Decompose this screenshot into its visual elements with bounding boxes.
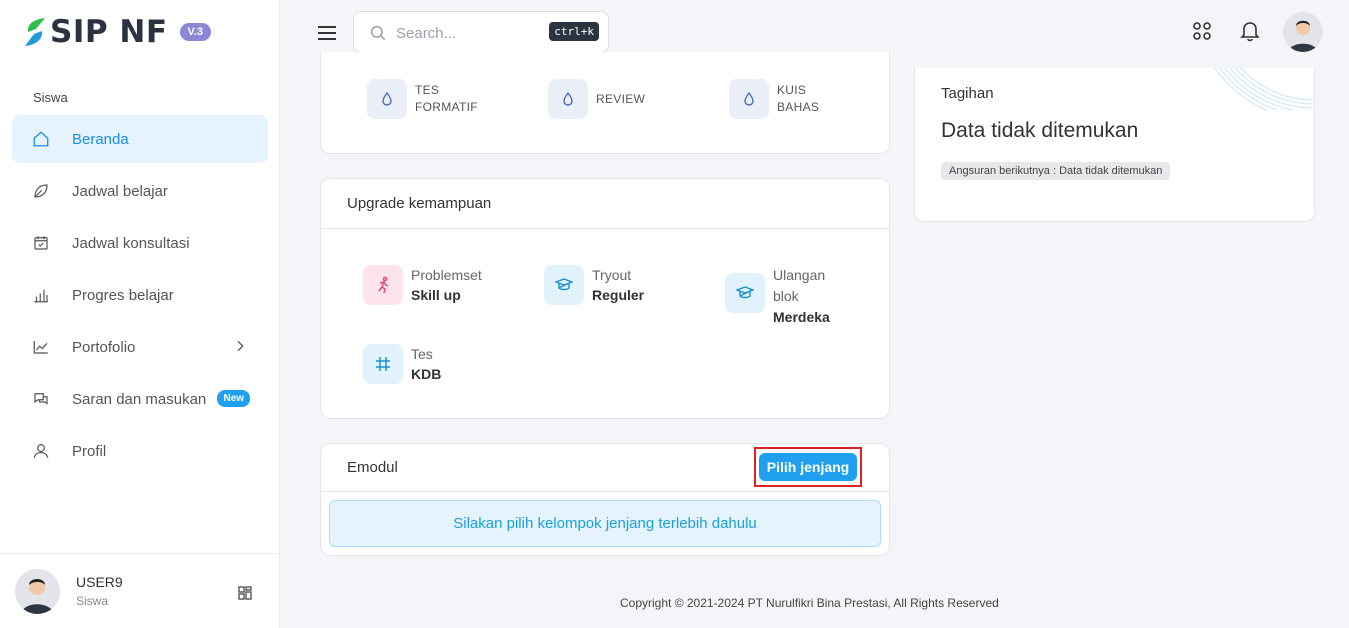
user-name: USER9 [76, 574, 123, 590]
quiz-item-kuis-bahas[interactable]: KUIS BAHAS [729, 79, 819, 119]
upgrade-item-tryout[interactable]: Tryout Reguler [544, 265, 644, 305]
pilih-jenjang-button[interactable]: Pilih jenjang [759, 453, 857, 481]
info-alert: Silakan pilih kelompok jenjang terlebih … [329, 500, 881, 547]
sidebar-section-label: Siswa [33, 90, 68, 105]
upgrade-card: Upgrade kemampuan Problemset Skill up Try… [320, 178, 890, 419]
leaf-icon [34, 184, 48, 198]
sidebar-item-label: Jadwal konsultasi [72, 234, 190, 252]
drop-icon [548, 79, 588, 119]
chevron-right-icon [232, 338, 248, 358]
sidebar-menu: Beranda Jadwal belajar Jadwal konsultasi… [12, 115, 268, 479]
sidebar: SIP NF V.3 Siswa Beranda Jadwal belajar … [0, 0, 280, 628]
sidebar-item-label: Beranda [72, 130, 129, 148]
sidebar-item-profil[interactable]: Profil [12, 427, 268, 475]
search-box[interactable]: ctrl+k [353, 11, 609, 53]
tagihan-value: Data tidak ditemukan [941, 119, 1139, 142]
search-shortcut: ctrl+k [549, 22, 599, 41]
sidebar-item-saran-dan-masukan[interactable]: Saran dan masukan New [12, 375, 268, 423]
quiz-item-tes-formatif[interactable]: TES FORMATIF [367, 79, 478, 119]
sidebar-item-label: Saran dan masukan [72, 390, 207, 408]
line-chart-icon [33, 341, 48, 354]
drop-icon [729, 79, 769, 119]
upgrade-item-ulangan-blok[interactable]: Ulangan blok Merdeka [725, 265, 830, 328]
emodul-card: Emodul Pilih jenjang Silakan pilih kelom… [320, 443, 890, 556]
sidebar-item-jadwal-belajar[interactable]: Jadwal belajar [12, 167, 268, 215]
hash-grid-icon [363, 344, 403, 384]
tagihan-title: Tagihan [941, 85, 994, 102]
sidebar-item-label: Profil [72, 442, 107, 460]
drop-icon [367, 79, 407, 119]
chat-icon [34, 393, 48, 405]
apps-icon[interactable] [1192, 21, 1212, 41]
upgrade-item-problemset[interactable]: Problemset Skill up [363, 265, 482, 305]
card-title: Upgrade kemampuan [321, 179, 889, 229]
quiz-item-review[interactable]: REVIEW [548, 79, 645, 119]
quiz-card: TES FORMATIF REVIEW KUIS BAHAS [320, 52, 890, 154]
sidebar-item-label: Jadwal belajar [72, 182, 168, 200]
sidebar-item-progres-belajar[interactable]: Progres belajar [12, 271, 268, 319]
search-input[interactable] [396, 22, 546, 44]
leaf-logo-icon [25, 18, 45, 46]
graduation-cap-icon [544, 265, 584, 305]
bar-chart-icon [34, 289, 48, 303]
sidebar-item-beranda[interactable]: Beranda [12, 115, 268, 163]
sidebar-item-label: Progres belajar [72, 286, 174, 304]
search-icon [370, 25, 386, 41]
graduation-cap-icon [725, 273, 765, 313]
avatar[interactable] [1283, 12, 1323, 52]
installment-chip: Angsuran berikutnya : Data tidak ditemuk… [941, 162, 1171, 180]
highlight-box: Pilih jenjang [754, 447, 862, 487]
calendar-check-icon [34, 236, 48, 250]
upgrade-item-tes-kdb[interactable]: Tes KDB [363, 344, 441, 384]
sidebar-user: USER9 Siswa [0, 553, 280, 628]
hamburger-menu-icon[interactable] [317, 24, 337, 42]
user-icon [33, 444, 49, 458]
brand-name: SIP NF [50, 14, 168, 50]
running-icon [363, 265, 403, 305]
sidebar-item-jadwal-konsultasi[interactable]: Jadwal konsultasi [12, 219, 268, 267]
sidebar-item-label: Portofolio [72, 338, 136, 356]
sidebar-item-portofolio[interactable]: Portofolio [12, 323, 268, 371]
avatar[interactable] [15, 569, 60, 614]
version-badge: V.3 [179, 23, 212, 41]
user-role: Siswa [76, 594, 109, 608]
new-badge: New [217, 390, 250, 407]
footer-copyright: Copyright © 2021-2024 PT Nurulfikri Bina… [620, 596, 999, 610]
brand-logo[interactable]: SIP NF V.3 [24, 14, 212, 50]
home-icon [33, 131, 49, 147]
layout-switch-icon[interactable] [237, 585, 253, 601]
bell-icon[interactable] [1240, 20, 1260, 42]
